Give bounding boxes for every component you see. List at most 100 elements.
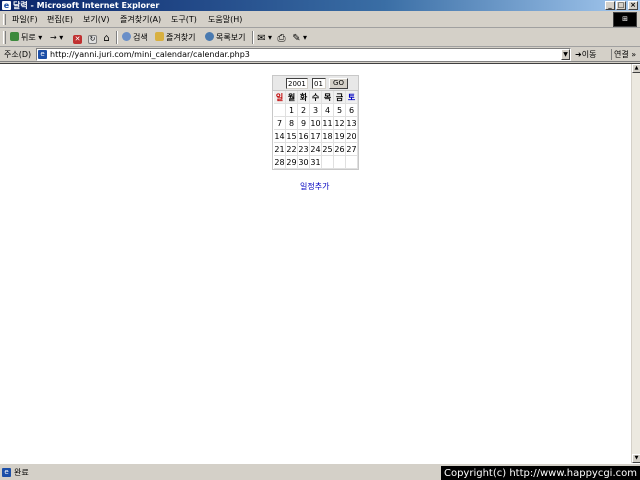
menu-view[interactable]: 보기(V)	[83, 14, 109, 25]
weekday-header: 일	[274, 91, 286, 104]
weekday-header: 금	[334, 91, 346, 104]
status-bar: e 완료 Copyright(c) http://www.happycgi.co…	[0, 463, 640, 480]
menu-bar: 파일(F) 편집(E) 보기(V) 즐겨찾기(A) 도구(T) 도움말(H) ⊞	[0, 11, 640, 28]
menu-tools[interactable]: 도구(T)	[171, 14, 197, 25]
add-schedule-link[interactable]: 일정추가	[300, 181, 329, 192]
menubar-grip[interactable]	[3, 14, 6, 25]
calendar-day[interactable]: 23	[298, 143, 310, 156]
search-icon	[122, 32, 131, 41]
copyright-notice: Copyright(c) http://www.happycgi.com	[440, 466, 640, 480]
stop-button[interactable]: ✕	[73, 31, 84, 44]
scroll-up-button[interactable]: ▲	[632, 64, 640, 73]
address-input[interactable]: e http://yanni.juri.com/mini_calendar/ca…	[36, 48, 571, 61]
back-button[interactable]: 뒤로 ▾	[10, 31, 42, 44]
favorites-button[interactable]: 즐겨찾기	[155, 31, 195, 44]
standard-toolbar: 뒤로 ▾ → ▾ ✕ ↻ ⌂ 검색 즐겨찾기 목록보기 ✉ ▾ ⎙ ✎ ▾	[0, 28, 640, 47]
status-text: 완료	[14, 468, 29, 477]
history-button[interactable]: 목록보기	[205, 31, 245, 44]
calendar-day[interactable]: 13	[346, 117, 358, 130]
weekday-header: 화	[298, 91, 310, 104]
address-url: http://yanni.juri.com/mini_calendar/cale…	[50, 50, 250, 59]
calendar-day[interactable]: 31	[310, 156, 322, 169]
mail-button[interactable]: ✉ ▾	[257, 31, 272, 44]
calendar-day[interactable]: 8	[286, 117, 298, 130]
print-button[interactable]: ⎙	[277, 31, 288, 44]
calendar-day[interactable]: 27	[346, 143, 358, 156]
year-input[interactable]	[286, 78, 308, 89]
calendar-day[interactable]: 11	[322, 117, 334, 130]
title-bar: e 달력 - Microsoft Internet Explorer _ □ ×	[0, 0, 640, 11]
calendar-day[interactable]: 6	[346, 104, 358, 117]
calendar-day[interactable]: 19	[334, 130, 346, 143]
page-done-icon: e	[2, 468, 11, 477]
calendar-day[interactable]: 22	[286, 143, 298, 156]
close-button[interactable]: ×	[628, 1, 638, 10]
links-button[interactable]: 연결 »	[611, 49, 636, 60]
calendar-day[interactable]: 2	[298, 104, 310, 117]
toolbar-separator	[252, 31, 254, 44]
calendar-empty-cell	[274, 104, 286, 117]
calendar-day[interactable]: 1	[286, 104, 298, 117]
calendar-day[interactable]: 17	[310, 130, 322, 143]
calendar-day[interactable]: 30	[298, 156, 310, 169]
forward-button[interactable]: → ▾	[50, 31, 63, 44]
calendar-empty-cell	[334, 156, 346, 169]
weekday-header: 토	[346, 91, 358, 104]
address-label: 주소(D)	[4, 50, 32, 59]
calendar-empty-cell	[346, 156, 358, 169]
calendar-day[interactable]: 5	[334, 104, 346, 117]
edit-icon: ✎	[292, 33, 301, 44]
menu-edit[interactable]: 편집(E)	[47, 14, 73, 25]
menu-favorites[interactable]: 즐겨찾기(A)	[120, 14, 161, 25]
go-button[interactable]: ➜이동	[575, 49, 596, 60]
calendar-day[interactable]: 24	[310, 143, 322, 156]
calendar-day[interactable]: 14	[274, 130, 286, 143]
calendar-grid: 일 월 화 수 목 금 토 1 2 3 4 5 6 7 8 9 10 11 12 13 14 15 16 17 18 19 20 21…	[274, 91, 358, 169]
print-icon: ⎙	[277, 33, 286, 44]
calendar-day[interactable]: 10	[310, 117, 322, 130]
menu-help[interactable]: 도움말(H)	[208, 14, 242, 25]
calendar-day[interactable]: 9	[298, 117, 310, 130]
calendar-day[interactable]: 20	[346, 130, 358, 143]
calendar-day[interactable]: 18	[322, 130, 334, 143]
weekday-header: 수	[310, 91, 322, 104]
calendar-day[interactable]: 15	[286, 130, 298, 143]
calendar-go-button[interactable]: GO	[329, 78, 348, 89]
calendar-header: GO	[273, 76, 358, 91]
address-dropdown-button[interactable]: ▼	[561, 49, 570, 60]
mini-calendar: GO 일월화수목금토123456789101112131415161718192…	[272, 75, 359, 170]
home-button[interactable]: ⌂	[102, 31, 113, 44]
calendar-day[interactable]: 21	[274, 143, 286, 156]
ie-icon: e	[2, 1, 11, 10]
edit-button[interactable]: ✎ ▾	[292, 31, 307, 44]
month-input[interactable]	[312, 78, 326, 89]
refresh-icon: ↻	[88, 35, 97, 44]
weekday-header: 목	[322, 91, 334, 104]
address-bar: 주소(D) e http://yanni.juri.com/mini_calen…	[0, 47, 640, 62]
calendar-day[interactable]: 25	[322, 143, 334, 156]
calendar-day[interactable]: 16	[298, 130, 310, 143]
refresh-button[interactable]: ↻	[88, 31, 99, 44]
scroll-down-button[interactable]: ▼	[632, 454, 640, 463]
toolbar-separator	[116, 31, 118, 44]
maximize-button[interactable]: □	[616, 1, 626, 10]
menu-file[interactable]: 파일(F)	[12, 14, 38, 25]
home-icon: ⌂	[103, 33, 110, 44]
vertical-scrollbar[interactable]: ▲ ▼	[631, 64, 640, 463]
calendar-day[interactable]: 4	[322, 104, 334, 117]
toolbar-grip[interactable]	[3, 31, 6, 44]
calendar-day[interactable]: 29	[286, 156, 298, 169]
favorites-icon	[155, 32, 164, 41]
stop-icon: ✕	[73, 35, 82, 44]
calendar-day[interactable]: 26	[334, 143, 346, 156]
window-title: 달력 - Microsoft Internet Explorer	[13, 1, 160, 10]
calendar-day[interactable]: 12	[334, 117, 346, 130]
calendar-day[interactable]: 7	[274, 117, 286, 130]
calendar-day[interactable]: 28	[274, 156, 286, 169]
calendar-day[interactable]: 3	[310, 104, 322, 117]
windows-logo-icon: ⊞	[613, 12, 637, 27]
go-arrow-icon: ➜	[575, 50, 582, 59]
search-button[interactable]: 검색	[122, 31, 148, 44]
minimize-button[interactable]: _	[605, 1, 615, 10]
history-icon	[205, 32, 214, 41]
